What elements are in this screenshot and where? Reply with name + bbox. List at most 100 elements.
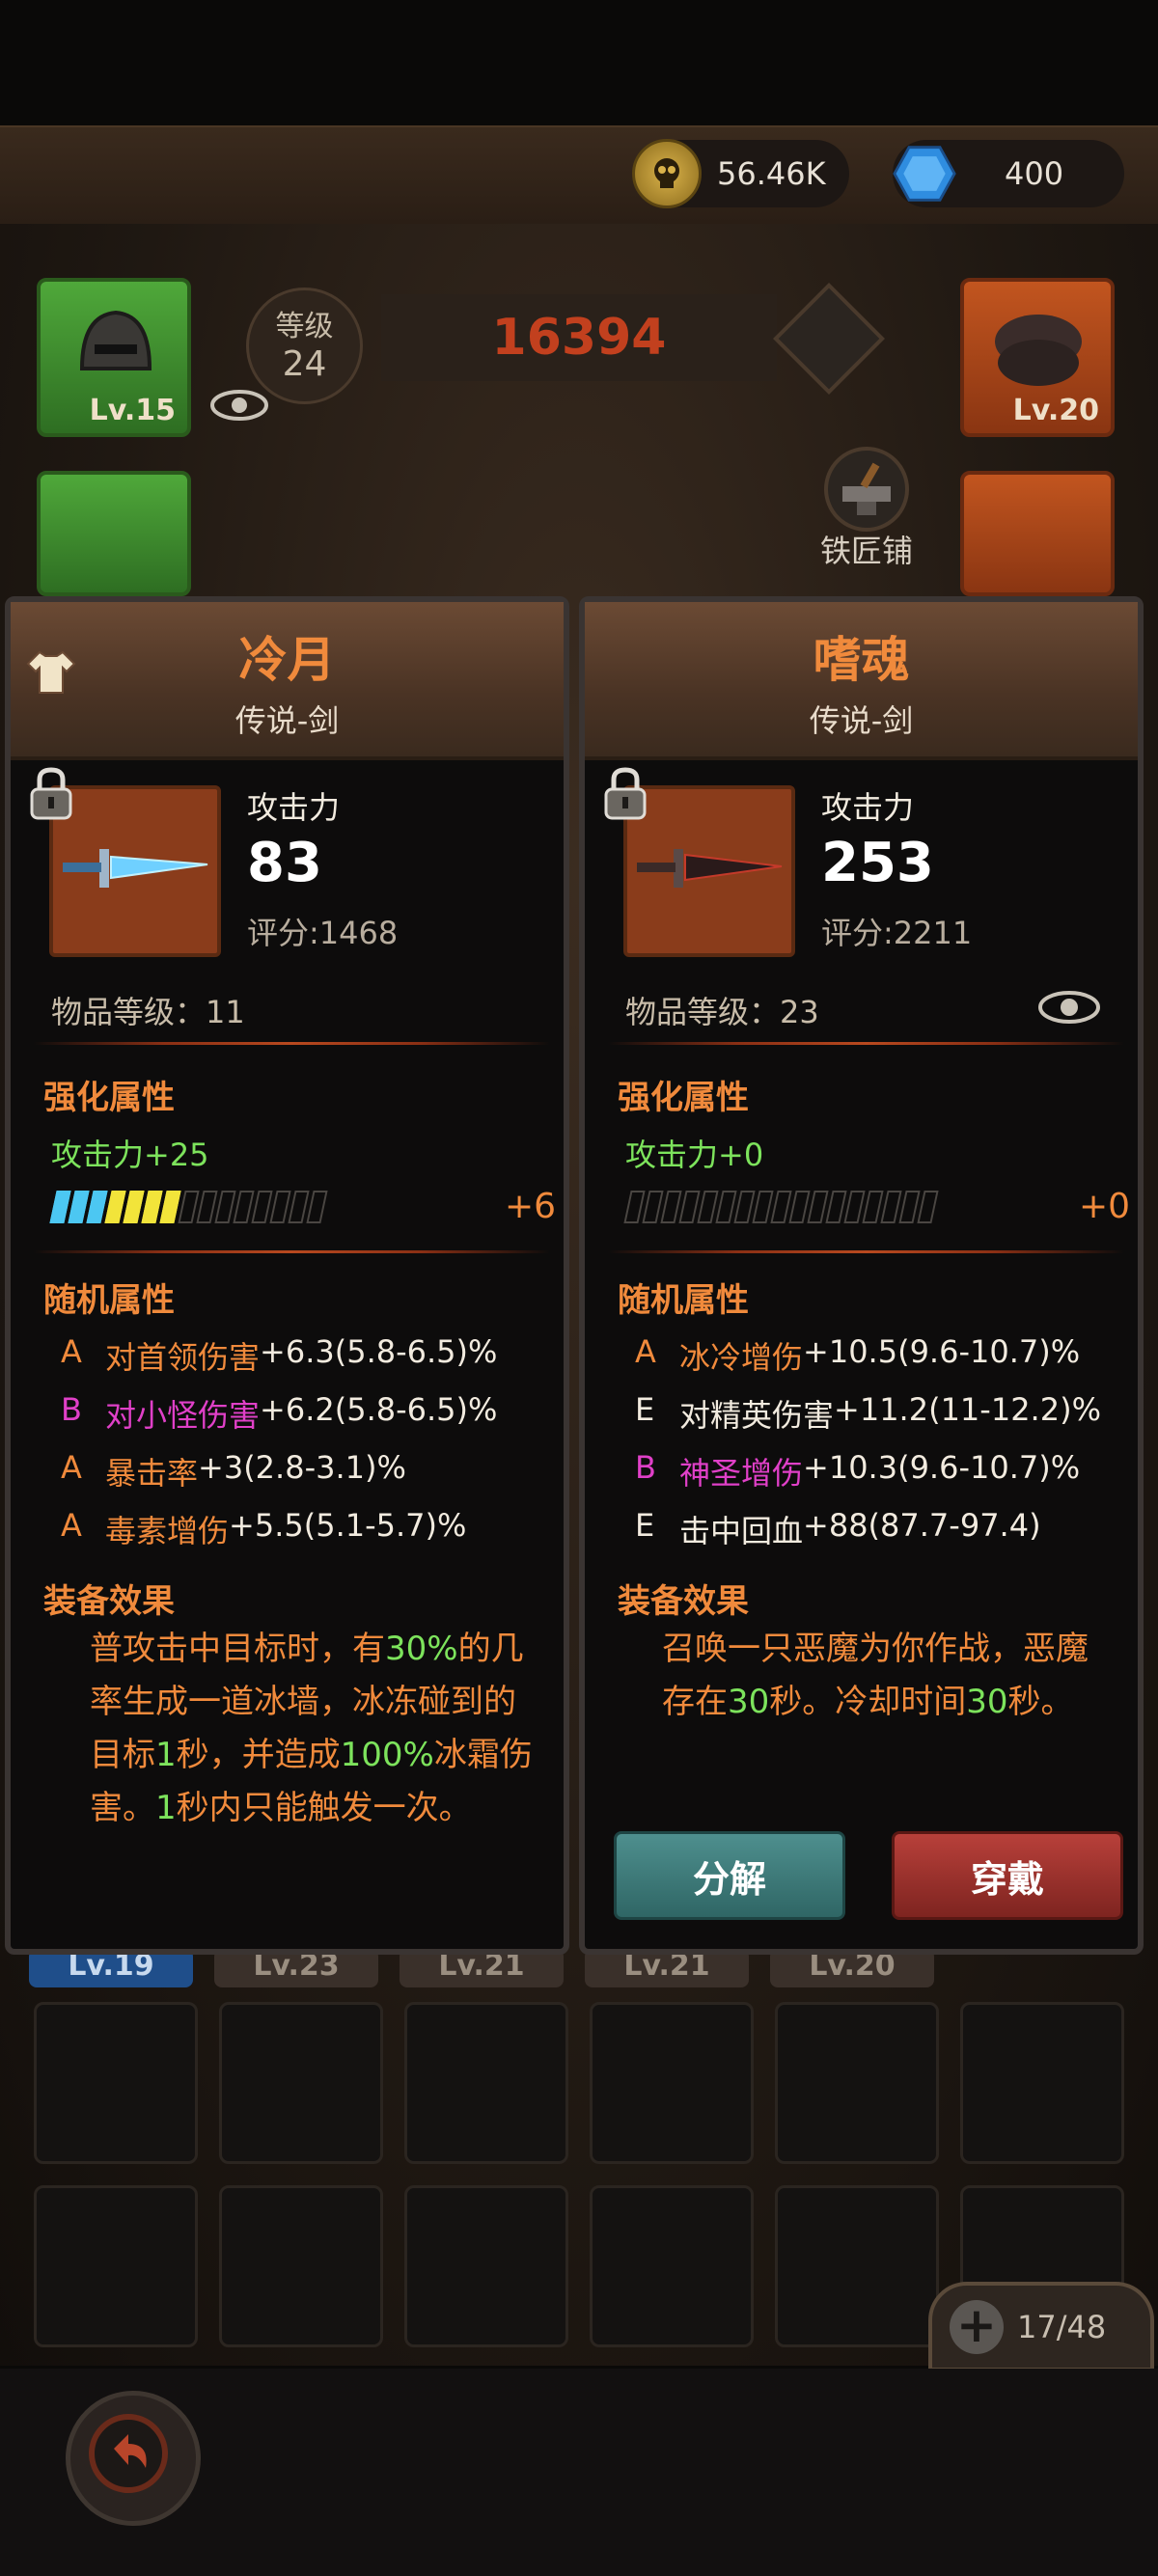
anvil-icon: [824, 447, 909, 532]
gold-amount: 56.46K: [717, 155, 826, 192]
divider: [608, 1250, 1124, 1253]
attr-value: +10.5(9.6-10.7)%: [803, 1333, 1081, 1370]
right-top-slot[interactable]: Lv.20: [960, 278, 1115, 437]
right-effect-text: 召唤一只恶魔为你作战，恶魔 存在30秒。冷却时间30秒。: [662, 1623, 1089, 1729]
divider: [34, 1042, 550, 1045]
helmet-icon: [79, 310, 152, 370]
inventory-top-row: Lv.19 Lv.23 Lv.21 Lv.21 Lv.20: [29, 1949, 1129, 1987]
inventory-level[interactable]: Lv.21: [585, 1949, 749, 1987]
attr-value: +3(2.8-3.1)%: [198, 1449, 406, 1486]
inventory-cell[interactable]: [775, 2002, 939, 2164]
right-attack-label: 攻击力: [821, 789, 915, 826]
right-item-header: 嗜魂 传说-剑: [585, 602, 1138, 760]
inventory-cell[interactable]: [34, 2185, 198, 2347]
attr-name: 对小怪伤害: [105, 1397, 261, 1434]
attr-name: 对首领伤害: [105, 1339, 261, 1376]
right-random-attr: A 冰冷增伤 +10.5(9.6-10.7)%: [635, 1333, 1080, 1378]
inventory-count: 17/48: [1017, 2308, 1107, 2345]
left-item-subtitle: 传说-剑: [234, 702, 340, 739]
right-top-level: Lv.20: [1012, 394, 1099, 427]
inventory-cell[interactable]: [34, 2002, 198, 2164]
left-score: 评分:1468: [247, 915, 399, 951]
attr-name: 对精英伤害: [679, 1397, 835, 1434]
equip-button[interactable]: 穿戴: [892, 1831, 1123, 1920]
right-item-subtitle: 传说-剑: [809, 702, 914, 739]
right-random-attr: E 对精英伤害 +11.2(11-12.2)%: [635, 1391, 1101, 1436]
attr-name: 神圣增伤: [679, 1455, 804, 1492]
effect-line: 率生成一道冰墙，冰冻碰到的: [90, 1683, 516, 1721]
left-item-name: 冷月: [238, 632, 336, 688]
gem-amount: 400: [1005, 155, 1064, 192]
attr-value: +6.3(5.8-6.5)%: [260, 1333, 498, 1370]
attr-value: +5.5(5.1-5.7)%: [229, 1507, 467, 1544]
attr-grade: A: [61, 1333, 82, 1370]
left-attack-label: 攻击力: [247, 789, 341, 826]
gem-counter: 400: [893, 140, 1124, 207]
lock-icon[interactable]: [598, 766, 652, 820]
attr-grade: E: [635, 1391, 655, 1428]
combat-power: 16394: [381, 294, 777, 381]
inventory-level[interactable]: Lv.23: [214, 1949, 378, 1987]
back-arrow-icon: [89, 2414, 168, 2493]
left-random-attr: B 对小怪伤害 +6.2(5.8-6.5)%: [61, 1391, 497, 1436]
left-effect-text: 普攻击中目标时，有30%的几 率生成一道冰墙，冰冻碰到的 目标1秒，并造成100…: [90, 1623, 533, 1835]
amulet-slot[interactable]: [960, 471, 1115, 596]
right-enhance-stat: 攻击力+0: [625, 1137, 764, 1173]
right-random-attr: E 击中回血 +88(87.7-97.4): [635, 1507, 1041, 1551]
gold-counter: 56.46K: [632, 139, 849, 208]
inventory-cell[interactable]: [404, 2185, 568, 2347]
enhance-segment: [306, 1191, 328, 1223]
inventory-level[interactable]: Lv.21: [400, 1949, 564, 1987]
effect-line: 存在30秒。冷却时间30秒。: [662, 1683, 1074, 1721]
attr-grade: A: [61, 1507, 82, 1544]
inventory-level[interactable]: Lv.19: [29, 1949, 193, 1987]
left-enhance-bar: [49, 1191, 328, 1229]
attr-value: +6.2(5.8-6.5)%: [260, 1391, 498, 1428]
blacksmith-button[interactable]: 铁匠铺: [809, 446, 924, 569]
left-enhance-title: 强化属性: [43, 1079, 175, 1117]
right-random-title: 随机属性: [618, 1281, 749, 1320]
left-enhance-stat: 攻击力+25: [51, 1137, 209, 1173]
right-enhance-bar: [623, 1191, 939, 1229]
effect-line: 普攻击中目标时，有30%的几: [90, 1630, 524, 1668]
inventory-cell[interactable]: [590, 2002, 754, 2164]
level-value: 24: [282, 344, 327, 384]
inventory-cell[interactable]: [590, 2185, 754, 2347]
inventory-cell[interactable]: [219, 2185, 383, 2347]
back-button[interactable]: [66, 2391, 201, 2526]
attr-grade: B: [635, 1449, 656, 1486]
right-score: 评分:2211: [821, 915, 973, 951]
effect-line: 害。1秒内只能触发一次。: [90, 1789, 472, 1827]
eye-icon[interactable]: [1038, 988, 1100, 1027]
left-attack-value: 83: [247, 832, 322, 894]
attr-grade: A: [61, 1449, 82, 1486]
enhance-segment: [917, 1191, 939, 1223]
inventory-cell[interactable]: [219, 2002, 383, 2164]
blacksmith-label: 铁匠铺: [819, 533, 913, 569]
attr-value: +10.3(9.6-10.7)%: [803, 1449, 1081, 1486]
attr-grade: B: [61, 1391, 82, 1428]
inventory-level[interactable]: Lv.20: [770, 1949, 934, 1987]
left-item-panel: 冷月 传说-剑 攻击力 83 评分:1468 物品等级：11 强化属性 攻击力+…: [5, 596, 569, 1955]
skull-coin-icon: [632, 139, 702, 208]
eye-icon[interactable]: [210, 388, 268, 423]
attr-name: 冰冷增伤: [679, 1339, 804, 1376]
inventory-cell[interactable]: [960, 2002, 1124, 2164]
left-random-attr: A 暴击率 +3(2.8-3.1)%: [61, 1449, 406, 1494]
attr-grade: E: [635, 1507, 655, 1544]
right-item-panel: 嗜魂 传说-剑 攻击力 253 评分:2211 物品等级：23 强化属性 攻击力…: [579, 596, 1144, 1955]
right-item-name: 嗜魂: [813, 632, 910, 688]
attr-name: 毒素增伤: [105, 1513, 230, 1549]
right-effect-title: 装备效果: [618, 1582, 749, 1621]
divider: [608, 1042, 1124, 1045]
attr-value: +11.2(11-12.2)%: [834, 1391, 1101, 1428]
lock-icon[interactable]: [24, 766, 78, 820]
helmet-slot[interactable]: Lv.15: [37, 278, 191, 437]
inventory-expand[interactable]: + 17/48: [928, 2282, 1154, 2371]
dismantle-button[interactable]: 分解: [614, 1831, 845, 1920]
inventory-cell[interactable]: [404, 2002, 568, 2164]
left-enhance-plus: +6: [505, 1187, 557, 1226]
armor-slot[interactable]: [37, 471, 191, 596]
inventory-cell[interactable]: [775, 2185, 939, 2347]
left-item-level: 物品等级：11: [51, 994, 245, 1030]
